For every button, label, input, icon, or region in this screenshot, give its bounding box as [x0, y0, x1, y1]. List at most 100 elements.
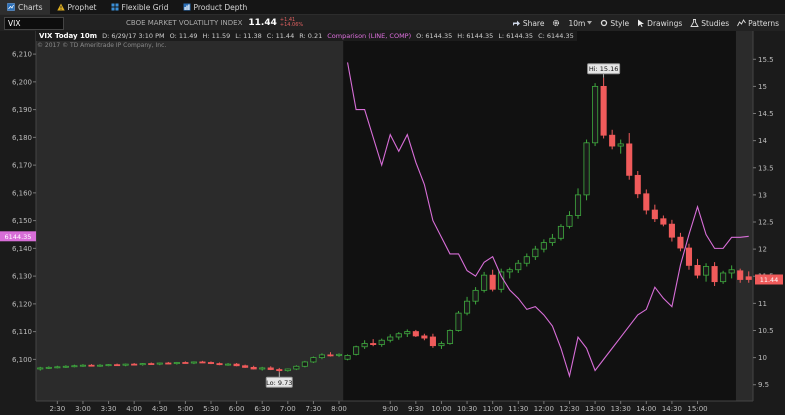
tab-charts[interactable]: Charts [0, 0, 50, 14]
candle-body [703, 266, 710, 276]
candle-body [626, 143, 633, 176]
comparison-label: Comparison (LINE, COMP) [327, 31, 412, 40]
left-tick-label: 6,200 [12, 78, 32, 86]
right-tick-label: 10 [758, 354, 767, 362]
candle-body [335, 353, 343, 356]
high-marker-label: Hi: 15.16 [589, 65, 619, 73]
share-icon [512, 20, 520, 26]
tab-product-depth[interactable]: Product Depth [176, 0, 255, 14]
left-tick-label: 6,170 [12, 162, 32, 170]
percent-change: +14.06% [279, 22, 304, 28]
style-button[interactable]: Style [600, 19, 629, 28]
candle-body [429, 336, 436, 347]
studies-button[interactable]: Studies [690, 19, 729, 28]
right-tick-label: 15.5 [758, 56, 774, 64]
postmarket-shade [735, 31, 753, 401]
candle-body [489, 274, 496, 290]
candle-body [694, 264, 701, 276]
candle-body [677, 236, 684, 249]
candle-body [71, 365, 78, 368]
settings-button[interactable] [552, 19, 560, 27]
current-comparison-price-label: 6144.35 [5, 233, 32, 241]
low-marker-label: Lo: 9.73 [266, 379, 292, 387]
comparison-open: O: 6144.35 [416, 31, 453, 40]
comparison-low: L: 6144.35 [498, 31, 534, 40]
patterns-button[interactable]: Patterns [737, 19, 779, 28]
x-tick-label: 7:00 [280, 405, 296, 413]
left-tick-label: 6,160 [12, 189, 32, 197]
x-tick-label: 3:30 [101, 405, 117, 413]
right-tick-label: 11 [758, 300, 767, 308]
candle-body [233, 363, 240, 367]
regular-session-area [343, 31, 753, 401]
x-tick-label: 5:00 [178, 405, 194, 413]
candle-body [139, 363, 146, 366]
chart-area[interactable]: 6,100 6,110 6,120 6,130 6,140 6,150 6,160 6,170… [0, 31, 785, 415]
chart-title: VIX Today 10m [39, 31, 98, 40]
candle-body [156, 362, 163, 365]
candle-body [609, 134, 616, 147]
candle-body [378, 339, 385, 345]
x-tick-label: 4:00 [126, 405, 142, 413]
candle-body [737, 270, 744, 280]
candle-body [498, 271, 505, 290]
candle-body [395, 333, 402, 338]
symbol-input[interactable]: VIX [4, 16, 64, 30]
drawings-button[interactable]: Drawings [637, 19, 682, 28]
candle-body [259, 367, 266, 370]
patterns-icon [737, 19, 746, 27]
style-icon [601, 19, 608, 27]
last-price: 11.44 [248, 18, 277, 28]
candle-body [421, 335, 428, 339]
candle-body [267, 367, 274, 370]
candle-body [600, 85, 607, 136]
left-tick-label: 6,130 [12, 273, 32, 281]
tab-prophet[interactable]: Prophet [50, 0, 104, 14]
comparison-close: C: 6144.35 [538, 31, 574, 40]
drawings-label: Drawings [647, 18, 683, 28]
candle-body [173, 362, 180, 364]
price-chart[interactable]: 6,100 6,110 6,120 6,130 6,140 6,150 6,160 6,170… [0, 31, 785, 415]
candle-body [88, 364, 95, 367]
tab-bar: Charts Prophet Flexible Grid Product Dep… [0, 0, 785, 15]
tab-label: Flexible Grid [121, 2, 169, 12]
candle-body [122, 363, 129, 366]
candle-body [148, 363, 155, 365]
x-tick-label: 10:00 [431, 405, 451, 413]
x-tick-label: 14:00 [636, 405, 656, 413]
chevron-down-icon [587, 21, 593, 25]
candle-body [182, 362, 189, 364]
candle-body [387, 336, 394, 341]
candle-body [515, 262, 522, 271]
bar-date: D: 6/29/17 3:10 PM [102, 31, 165, 40]
x-tick-label: 12:30 [559, 405, 579, 413]
candle-body [532, 248, 539, 258]
candle-body [199, 361, 206, 364]
candle-body [62, 365, 69, 368]
x-tick-label: 9:30 [408, 405, 424, 413]
left-tick-label: 6,190 [12, 106, 32, 114]
share-label: Share [522, 18, 545, 28]
share-button[interactable]: Share [512, 18, 545, 28]
left-tick-label: 6,180 [12, 134, 32, 142]
candle-body [207, 362, 215, 364]
candle-body [242, 365, 249, 368]
x-tick-label: 13:30 [611, 405, 631, 413]
bar-range: R: 0.21 [299, 31, 323, 40]
candle-body [250, 366, 257, 370]
candle-body [745, 276, 752, 280]
x-tick-label: 12:00 [534, 405, 554, 413]
x-tick-label: 15:00 [687, 405, 707, 413]
x-tick-label: 7:30 [306, 405, 322, 413]
candle-body [361, 343, 368, 348]
tab-flexible-grid[interactable]: Flexible Grid [104, 0, 176, 14]
x-tick-label: 3:00 [75, 405, 91, 413]
timeframe-button[interactable]: 10m [568, 19, 593, 28]
x-tick-label: 2:30 [49, 405, 65, 413]
toolbar-tools: Share 10m Style Drawings Studies Pattern… [512, 19, 785, 28]
candle-body [643, 193, 650, 211]
right-tick-label: 10.5 [758, 327, 774, 335]
warning-icon [56, 3, 65, 11]
chart-info-bar: VIX Today 10m D: 6/29/17 3:10 PM O: 11.4… [36, 30, 577, 41]
x-tick-label: 14:30 [662, 405, 682, 413]
